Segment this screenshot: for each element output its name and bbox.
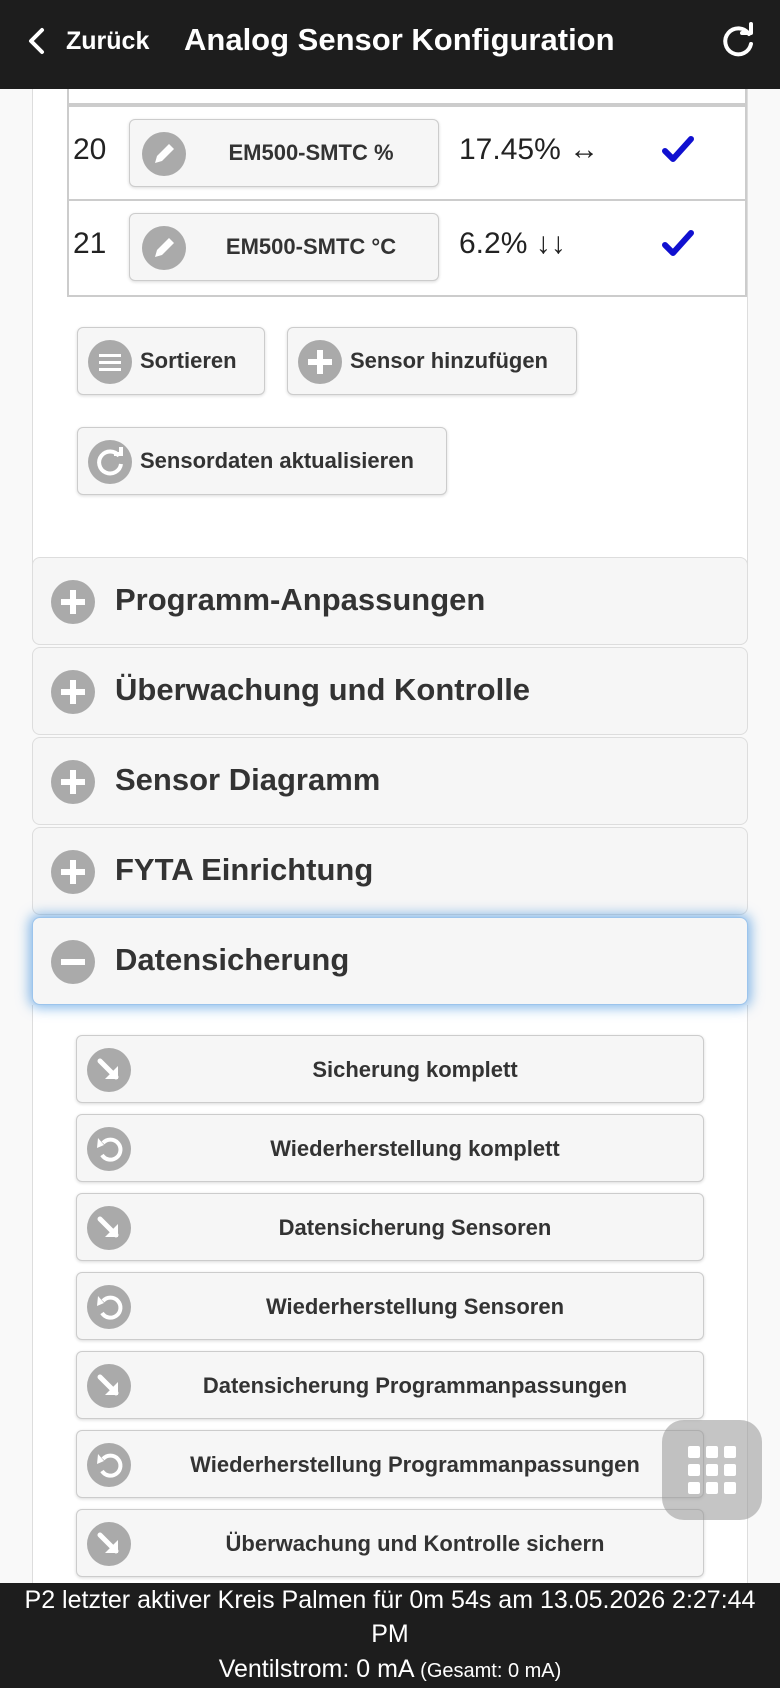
minus-icon <box>51 940 95 984</box>
section-label: Sensor Diagramm <box>115 762 381 797</box>
table-row <box>67 89 747 105</box>
backup-button-label: Datensicherung Sensoren <box>278 1215 552 1240</box>
plus-icon <box>298 340 342 384</box>
section-program-adjustments[interactable]: Programm-Anpassungen <box>32 557 748 645</box>
section-label: Überwachung und Kontrolle <box>115 672 531 707</box>
table-row: 21 EM500-SMTC °C 6.2% ↓↓ <box>67 201 747 297</box>
sort-button[interactable]: Sortieren <box>77 327 265 395</box>
backup-button-label: Sicherung komplett <box>312 1057 518 1082</box>
status-footer: P2 letzter aktiver Kreis Palmen für 0m 5… <box>0 1583 780 1688</box>
plus-icon <box>51 670 95 714</box>
backup-button-label: Wiederherstellung Sensoren <box>265 1294 565 1319</box>
section-backup[interactable]: Datensicherung <box>32 917 748 1005</box>
section-label: FYTA Einrichtung <box>115 852 374 887</box>
last-active-status: P2 letzter aktiver Kreis Palmen für 0m 5… <box>24 1586 756 1648</box>
valve-current: Ventilstrom: 0 mA (Gesamt: 0 mA) <box>0 1651 780 1688</box>
restore-program-adjustments-button[interactable]: Wiederherstellung Programmanpassungen <box>76 1430 704 1498</box>
sensor-name: EM500-SMTC % <box>228 140 394 165</box>
check-icon <box>662 136 694 162</box>
refresh-icon <box>723 22 753 57</box>
sensor-value: 17.45% ↔ <box>459 133 600 166</box>
add-sensor-label: Sensor hinzufügen <box>350 348 548 373</box>
menu-icon <box>88 340 132 384</box>
check-icon <box>662 230 694 256</box>
sensor-number: 21 <box>73 227 107 260</box>
restore-icon <box>87 1443 131 1487</box>
backup-button-label: Wiederherstellung Programmanpassungen <box>190 1452 640 1477</box>
plus-icon <box>51 580 95 624</box>
valve-current-label: Ventilstrom: 0 mA <box>218 1655 414 1683</box>
refresh-sensordata-label: Sensordaten aktualisieren <box>140 448 414 473</box>
backup-button-label: Datensicherung Programmanpassungen <box>202 1373 628 1398</box>
refresh-button[interactable] <box>718 22 758 62</box>
section-sensor-diagram[interactable]: Sensor Diagramm <box>32 737 748 825</box>
back-button[interactable]: Zurück <box>22 16 149 66</box>
restore-icon <box>87 1285 131 1329</box>
backup-sensors-button[interactable]: Datensicherung Sensoren <box>76 1193 704 1261</box>
plus-icon <box>51 850 95 894</box>
section-fyta[interactable]: FYTA Einrichtung <box>32 827 748 915</box>
content-area: 20 EM500-SMTC % 17.45% ↔ 21 EM500-SMTC °… <box>0 89 780 1583</box>
sensor-value: 6.2% ↓↓ <box>459 227 566 260</box>
back-label: Zurück <box>66 26 150 55</box>
section-label: Programm-Anpassungen <box>115 582 486 617</box>
valve-current-total: (Gesamt: 0 mA) <box>420 1660 562 1682</box>
chevron-left-icon <box>29 28 44 54</box>
sort-label: Sortieren <box>140 348 237 373</box>
app-header: Zurück Analog Sensor Konfiguration <box>0 0 780 89</box>
restore-icon <box>87 1127 131 1171</box>
page-title: Analog Sensor Konfiguration <box>184 22 615 57</box>
sensor-edit-button[interactable]: EM500-SMTC °C <box>129 213 439 281</box>
backup-button-label: Überwachung und Kontrolle sichern <box>225 1531 605 1556</box>
refresh-icon <box>88 440 132 484</box>
section-label: Datensicherung <box>115 942 350 977</box>
restore-sensors-button[interactable]: Wiederherstellung Sensoren <box>76 1272 704 1340</box>
sensor-number: 20 <box>73 133 107 166</box>
section-monitoring[interactable]: Überwachung und Kontrolle <box>32 647 748 735</box>
refresh-sensordata-button[interactable]: Sensordaten aktualisieren <box>77 427 447 495</box>
plus-icon <box>51 760 95 804</box>
restore-complete-button[interactable]: Wiederherstellung komplett <box>76 1114 704 1182</box>
sensor-edit-button[interactable]: EM500-SMTC % <box>129 119 439 187</box>
add-sensor-button[interactable]: Sensor hinzufügen <box>287 327 577 395</box>
sensor-name: EM500-SMTC °C <box>225 234 397 259</box>
table-row: 20 EM500-SMTC % 17.45% ↔ <box>67 105 747 201</box>
download-arrow-icon <box>87 1522 131 1566</box>
backup-monitoring-button[interactable]: Überwachung und Kontrolle sichern <box>76 1509 704 1577</box>
backup-button-label: Wiederherstellung komplett <box>270 1136 560 1161</box>
backup-complete-button[interactable]: Sicherung komplett <box>76 1035 704 1103</box>
backup-program-adjustments-button[interactable]: Datensicherung Programmanpassungen <box>76 1351 704 1419</box>
download-arrow-icon <box>87 1048 131 1092</box>
pencil-icon <box>142 226 186 270</box>
grid-icon <box>688 1446 736 1494</box>
pencil-icon <box>142 132 186 176</box>
download-arrow-icon <box>87 1364 131 1408</box>
download-arrow-icon <box>87 1206 131 1250</box>
floating-menu-button[interactable] <box>662 1420 762 1520</box>
